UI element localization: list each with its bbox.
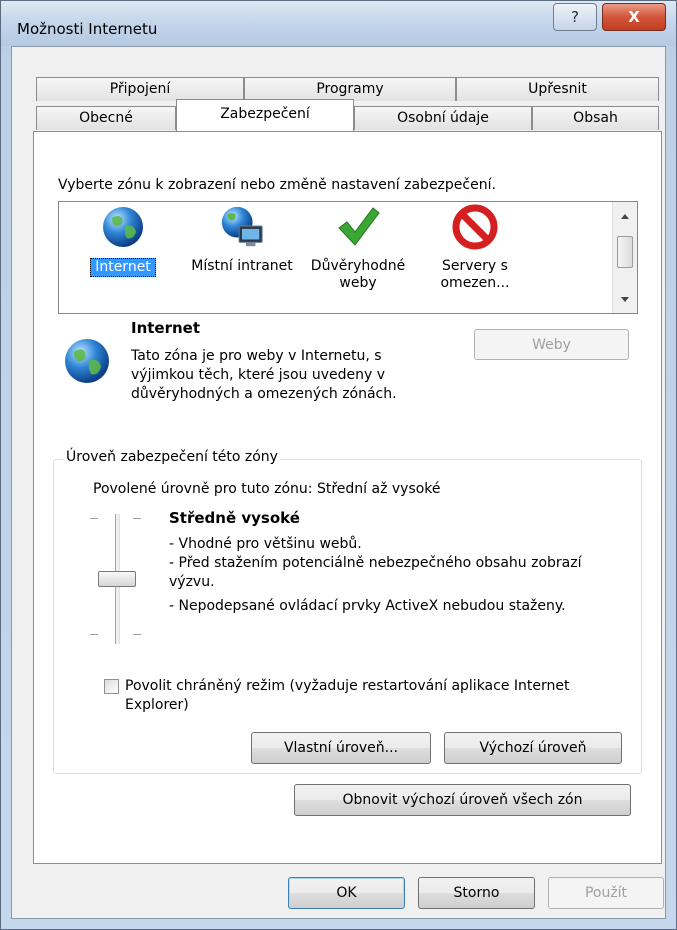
- tab-label: Obecné: [79, 110, 133, 126]
- window-title: Možnosti Internetu: [17, 20, 158, 38]
- zone-info-description: Tato zóna je pro weby v Internetu, s výj…: [131, 348, 397, 402]
- cancel-button[interactable]: Storno: [418, 877, 535, 909]
- protected-mode-label[interactable]: Povolit chráněný režim (vyžaduje restart…: [125, 677, 625, 715]
- scroll-down-icon[interactable]: [621, 297, 629, 302]
- zone-info-title: Internet: [131, 319, 201, 337]
- tab-zabezpeceni[interactable]: Zabezpečení: [176, 99, 354, 131]
- zone-label: Servery s omezen...: [440, 258, 510, 291]
- tab-label: Obsah: [573, 110, 618, 126]
- tab-label: Upřesnit: [528, 81, 587, 97]
- tab-osobni-udaje[interactable]: Osobní údaje: [354, 106, 532, 130]
- default-level-button[interactable]: Výchozí úroveň: [444, 732, 622, 764]
- tab-obsah[interactable]: Obsah: [532, 106, 659, 130]
- zone-label: Místní intranet: [191, 258, 293, 274]
- security-level-group-title: Úroveň zabezpečení této zóny: [64, 449, 280, 465]
- zone-internet[interactable]: Internet: [81, 202, 165, 277]
- close-button[interactable]: X: [602, 3, 666, 31]
- tab-label: Osobní údaje: [397, 110, 489, 126]
- reset-all-zones-button[interactable]: Obnovit výchozí úroveň všech zón: [294, 784, 631, 816]
- slider-tick: [90, 634, 98, 635]
- security-level-name: Středně vysoké: [169, 509, 300, 527]
- security-level-slider[interactable]: [90, 514, 150, 644]
- slider-tick: [90, 518, 98, 519]
- slider-thumb[interactable]: [98, 571, 136, 587]
- slider-tick: [133, 518, 141, 519]
- help-button[interactable]: ?: [553, 3, 597, 31]
- tab-obecne[interactable]: Obecné: [36, 106, 176, 130]
- title-bar[interactable]: Možnosti Internetu ? X: [1, 1, 676, 46]
- zone-label: Důvěryhodné weby: [310, 258, 406, 291]
- scroll-up-icon[interactable]: [621, 214, 629, 219]
- zone-info-globe-icon: [62, 336, 112, 390]
- security-level-bullet-2: - Před stažením potenciálně nebezpečného…: [169, 555, 582, 590]
- prohibited-icon: [451, 204, 499, 250]
- security-level-bullet-1: - Vhodné pro většinu webů.: [169, 536, 362, 552]
- tab-upresnit[interactable]: Upřesnit: [456, 77, 659, 101]
- checkmark-icon: [334, 204, 382, 250]
- tab-label: Připojení: [109, 81, 171, 97]
- tab-label: Zabezpečení: [220, 106, 310, 122]
- protected-mode-checkbox[interactable]: [104, 679, 119, 694]
- tab-programy[interactable]: Programy: [244, 77, 456, 101]
- sites-button[interactable]: Weby: [474, 329, 629, 360]
- close-icon: X: [628, 8, 640, 26]
- tab-pripojeni[interactable]: Připojení: [36, 77, 244, 101]
- slider-tick: [133, 634, 141, 635]
- zone-prompt: Vyberte zónu k zobrazení nebo změně nast…: [58, 177, 496, 193]
- scroll-thumb[interactable]: [617, 236, 633, 268]
- zone-restricted[interactable]: Servery s omezen...: [423, 202, 527, 292]
- zone-trusted[interactable]: Důvěryhodné weby: [303, 202, 413, 292]
- zone-list[interactable]: Internet Místní intranet Důvěryhodné web…: [58, 201, 638, 314]
- tab-label: Programy: [316, 81, 384, 97]
- allowed-levels-text: Povolené úrovně pro tuto zónu: Střední a…: [93, 481, 441, 497]
- zone-intranet[interactable]: Místní intranet: [183, 202, 301, 275]
- intranet-icon: [218, 204, 266, 250]
- ok-button[interactable]: OK: [288, 877, 405, 909]
- apply-button[interactable]: Použít: [548, 877, 664, 909]
- zone-list-scrollbar[interactable]: [612, 202, 637, 313]
- custom-level-button[interactable]: Vlastní úroveň...: [251, 732, 431, 764]
- zone-label: Internet: [90, 258, 156, 277]
- help-icon: ?: [571, 8, 579, 26]
- globe-icon: [99, 204, 147, 250]
- security-level-bullet-3: - Nepodepsané ovládací prvky ActiveX neb…: [169, 598, 566, 614]
